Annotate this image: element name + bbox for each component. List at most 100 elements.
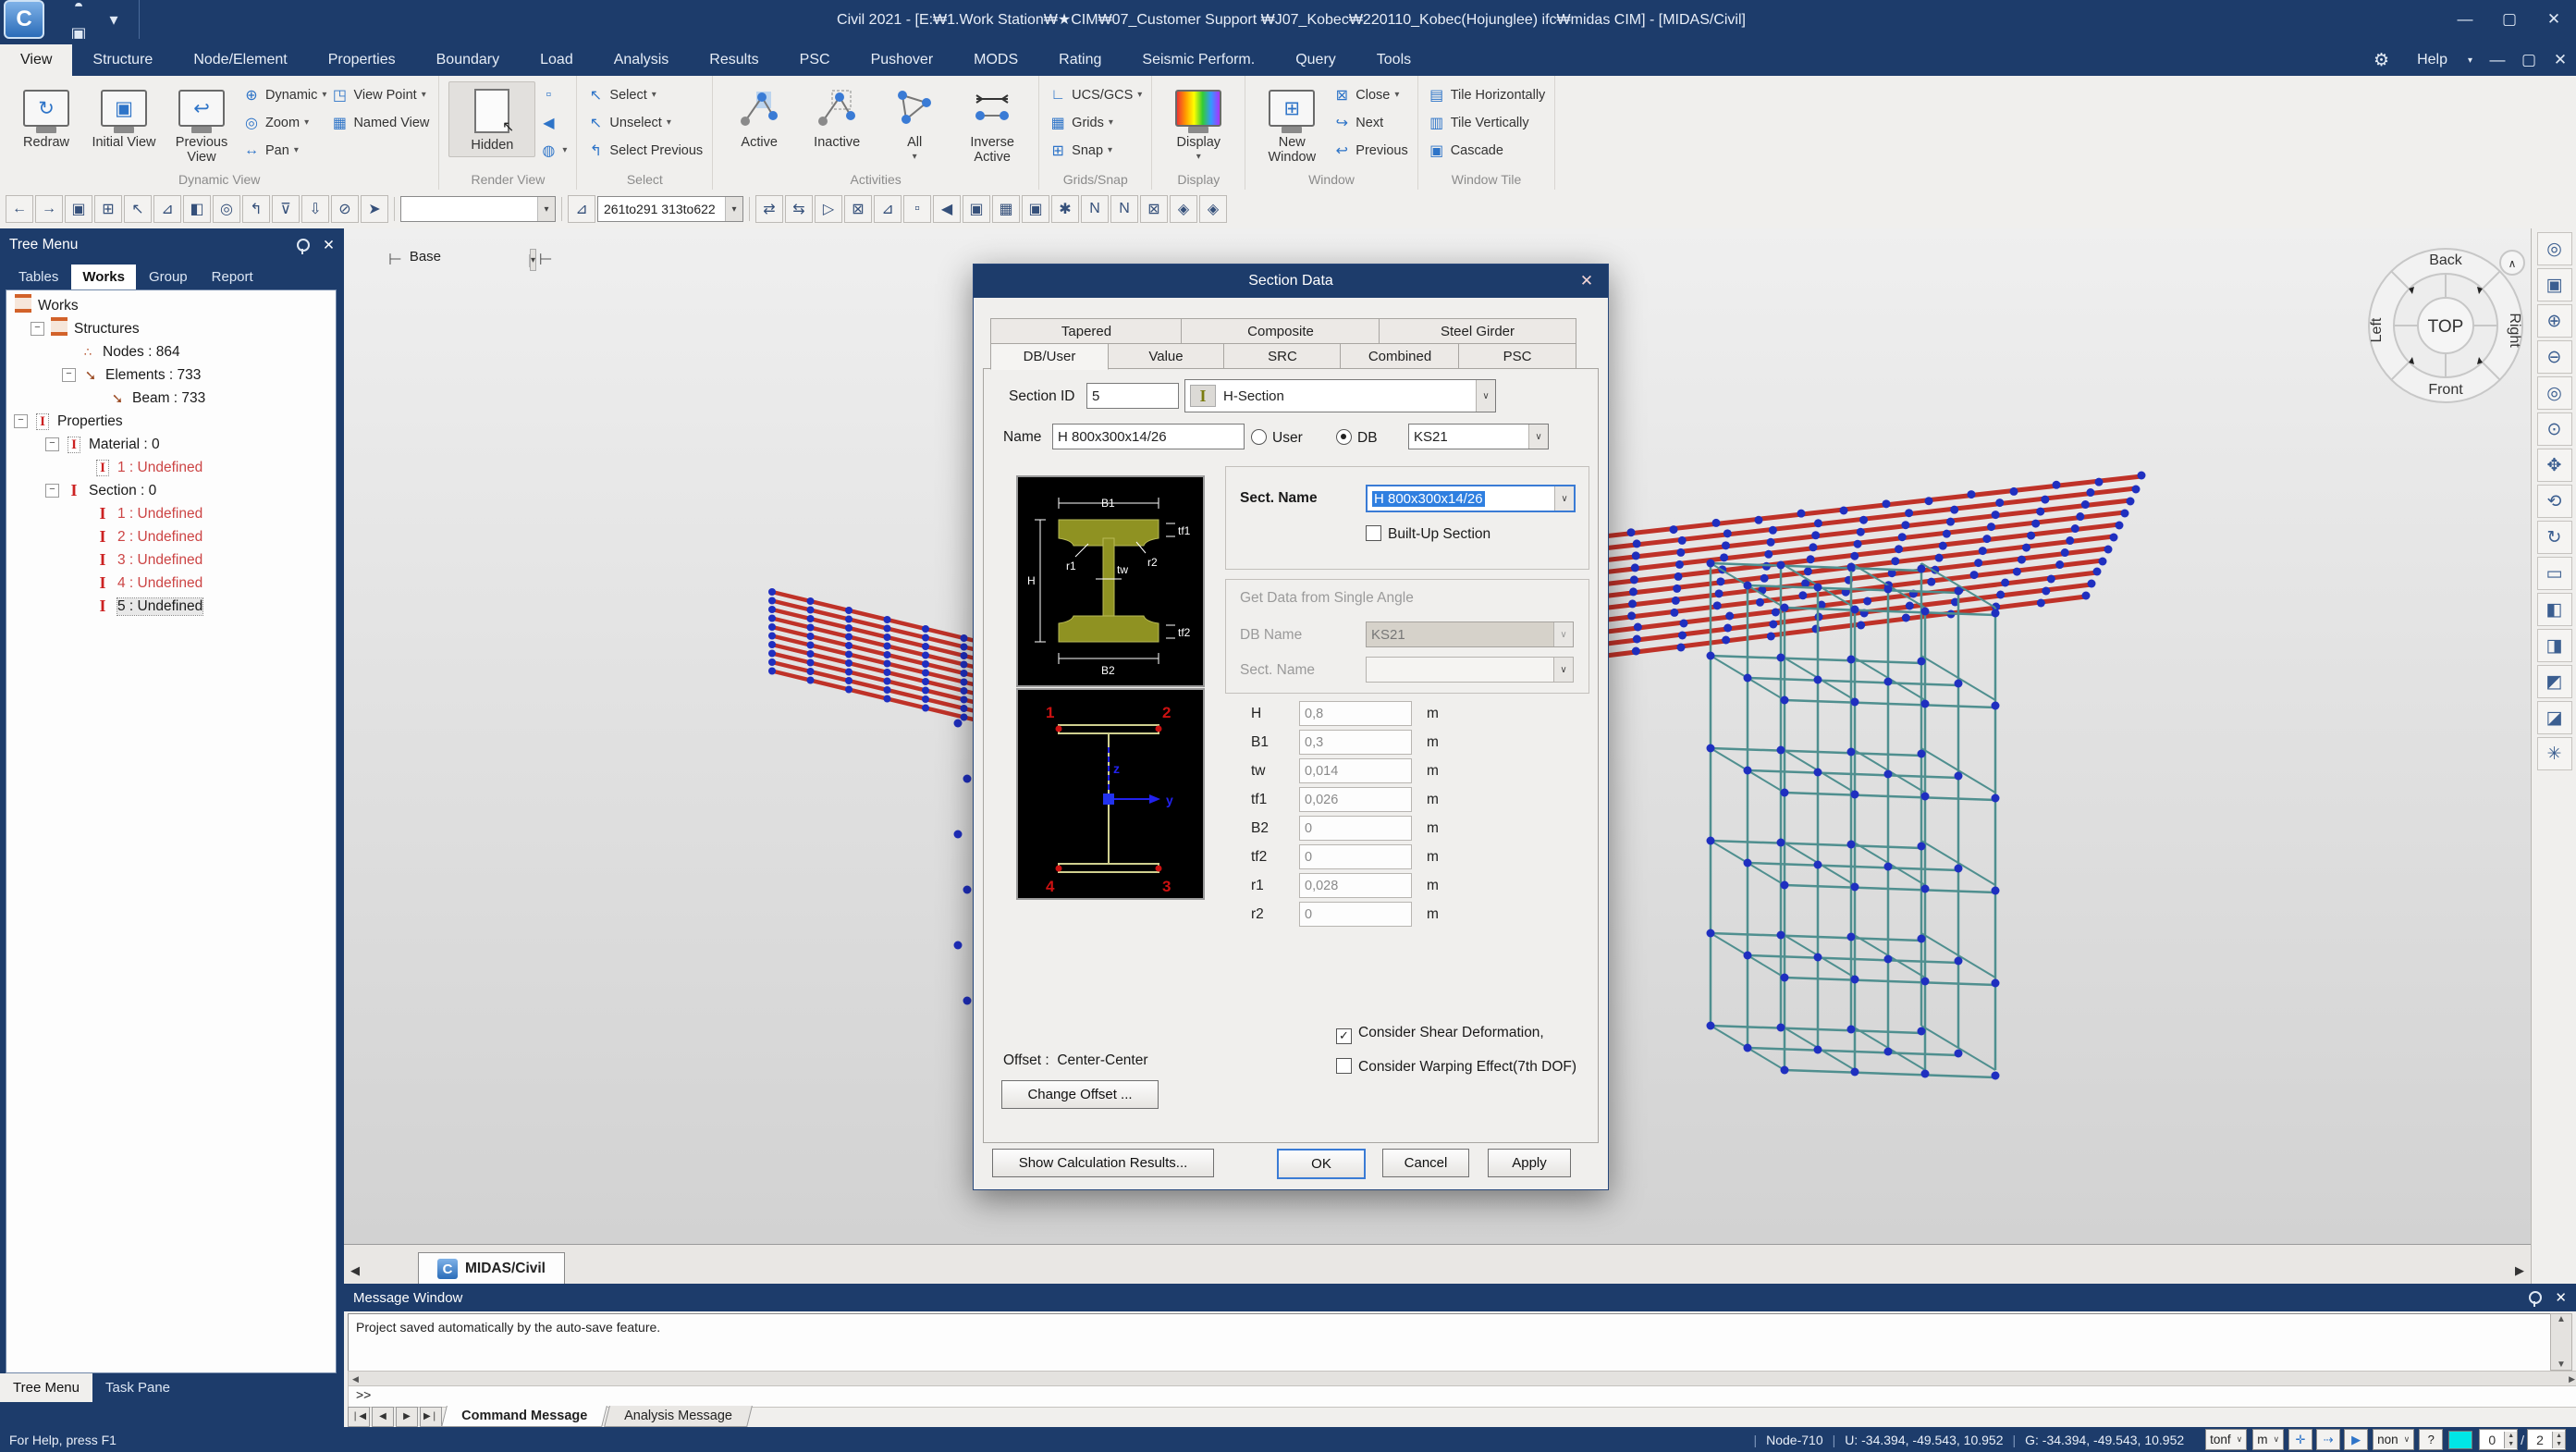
toolbar-icon[interactable]: ▫ (903, 195, 931, 223)
snap-button[interactable]: ⊞Snap▾ (1049, 139, 1142, 162)
last-tab-icon[interactable]: ▶❘ (420, 1407, 442, 1427)
right-toolbar-icon[interactable]: ▭ (2537, 557, 2572, 590)
toolbar-icon[interactable]: ➤ (361, 195, 388, 223)
chevron-down-icon[interactable]: ▾ (537, 197, 555, 221)
tree-item-section-3[interactable]: I3 : Undefined (6, 548, 336, 572)
ok-button[interactable]: OK (1277, 1149, 1366, 1179)
previous-window-button[interactable]: ↩Previous (1332, 139, 1407, 162)
stage-spinner-left[interactable]: 0▲▼ (2479, 1429, 2518, 1450)
tree-item-elements[interactable]: −➘Elements : 733 (6, 363, 336, 387)
ribbon-tab[interactable]: Load (520, 44, 594, 76)
right-toolbar-icon[interactable]: ✳ (2537, 737, 2572, 770)
tree-item-properties[interactable]: −IProperties (6, 410, 336, 433)
tab-command-message[interactable]: Command Message (441, 1406, 607, 1427)
tab-report[interactable]: Report (201, 265, 264, 289)
toolbar-icon[interactable]: ⇆ (785, 195, 813, 223)
tree-item-section[interactable]: −ISection : 0 (6, 479, 336, 502)
toolbar-icon[interactable]: ▷ (815, 195, 842, 223)
command-prompt[interactable]: >> (348, 1385, 2576, 1408)
unselect-button[interactable]: ↖Unselect▾ (586, 111, 703, 134)
shear-checkbox[interactable]: ✓Consider Shear Deformation, (1336, 1025, 1544, 1044)
right-toolbar-icon[interactable]: ⊕ (2537, 304, 2572, 338)
ribbon-tab[interactable]: Analysis (594, 44, 690, 76)
tree-item-material-1[interactable]: I1 : Undefined (6, 456, 336, 479)
tree-view[interactable]: Works −Structures ∴Nodes : 864 −➘Element… (6, 289, 337, 1373)
toolbar-icon[interactable]: ◧ (183, 195, 211, 223)
ribbon-tab[interactable]: Query (1275, 44, 1356, 76)
named-view-button[interactable]: ▦Named View (330, 111, 429, 134)
ribbon-tab[interactable]: Boundary (416, 44, 521, 76)
scroll-up-icon[interactable]: ▲ (2557, 1314, 2566, 1324)
dim-input[interactable]: 0,014 (1299, 758, 1412, 783)
cascade-button[interactable]: ▣Cascade (1428, 139, 1546, 162)
tab-analysis-message[interactable]: Analysis Message (604, 1406, 753, 1427)
tree-item-works[interactable]: Works (6, 294, 336, 317)
first-tab-icon[interactable]: ❘◀ (348, 1407, 370, 1427)
toolbar-icon[interactable]: ▦ (992, 195, 1020, 223)
toolbar-icon[interactable]: → (35, 195, 63, 223)
hidden-button[interactable]: Hidden (448, 81, 535, 157)
new-window-button[interactable]: ⊞New Window (1255, 81, 1329, 165)
decimal-select[interactable]: non∨ (2373, 1429, 2414, 1450)
right-toolbar-icon[interactable]: ▣ (2537, 268, 2572, 301)
spin-down-icon[interactable]: ▼ (2553, 1440, 2565, 1448)
ribbon-tab[interactable]: PSC (779, 44, 851, 76)
tile-horizontally-button[interactable]: ▤Tile Horizontally (1428, 83, 1546, 106)
all-activities-button[interactable]: All▾ (877, 81, 951, 165)
tab-group[interactable]: Group (138, 265, 199, 289)
warping-checkbox[interactable]: Consider Warping Effect(7th DOF) (1336, 1058, 1576, 1076)
toolbar-icon[interactable]: Ν (1110, 195, 1138, 223)
toolbar-icon[interactable]: ⊠ (1140, 195, 1168, 223)
ucs-gcs-button[interactable]: ∟UCS/GCS▾ (1049, 83, 1142, 106)
dim-input[interactable]: 0 (1299, 844, 1412, 869)
tree-item-section-2[interactable]: I2 : Undefined (6, 525, 336, 548)
ribbon-tab[interactable]: Properties (308, 44, 416, 76)
tab-tapered[interactable]: Tapered (990, 318, 1183, 345)
tab-src[interactable]: SRC (1223, 343, 1342, 370)
tab-psc[interactable]: PSC (1458, 343, 1576, 370)
mdi-close-button[interactable]: ✕ (2545, 44, 2576, 76)
snap-toggle-icon[interactable]: ⇢ (2316, 1429, 2340, 1450)
dialog-titlebar[interactable]: Section Data ✕ (974, 265, 1608, 298)
section-id-input[interactable]: 5 (1086, 383, 1179, 409)
initial-view-button[interactable]: ▣Initial View (87, 81, 161, 150)
cancel-button[interactable]: Cancel (1382, 1149, 1469, 1177)
tree-item-material[interactable]: −IMaterial : 0 (6, 433, 336, 456)
pin-icon[interactable] (2529, 1291, 2542, 1304)
ribbon-tab[interactable]: Structure (72, 44, 173, 76)
redraw-button[interactable]: ↻Redraw (9, 81, 83, 150)
ribbon-tab[interactable]: Results (689, 44, 779, 76)
tree-item-section-5[interactable]: I5 : Undefined (6, 595, 336, 618)
toolbar-icon[interactable]: ⊞ (94, 195, 122, 223)
dim-input[interactable]: 0 (1299, 816, 1412, 841)
pin-icon[interactable] (297, 239, 310, 252)
force-unit-select[interactable]: tonf∨ (2205, 1429, 2247, 1450)
right-toolbar-icon[interactable]: ◎ (2537, 232, 2572, 265)
tile-vertically-button[interactable]: ▥Tile Vertically (1428, 111, 1546, 134)
unit-system-icon[interactable]: ✛ (2288, 1429, 2312, 1450)
scroll-down-icon[interactable]: ▼ (2557, 1360, 2566, 1370)
spin-up-icon[interactable]: ▲ (2505, 1432, 2517, 1440)
tree-item-beam[interactable]: ➘Beam : 733 (6, 387, 336, 410)
tape-measure-icon[interactable]: ⊿ (568, 195, 595, 223)
dim-input[interactable]: 0,8 (1299, 701, 1412, 726)
collapse-icon[interactable]: − (62, 368, 76, 382)
right-toolbar-icon[interactable]: ⟲ (2537, 485, 2572, 518)
toolbar-icon[interactable]: ↖ (124, 195, 152, 223)
collapse-icon[interactable]: − (31, 322, 44, 336)
toolbar-icon[interactable]: ⇄ (755, 195, 783, 223)
close-panel-icon[interactable]: ✕ (2555, 1289, 2567, 1306)
mdi-restore-button[interactable]: ▢ (2513, 44, 2545, 76)
mdi-tab-midas-civil[interactable]: C MIDAS/Civil (418, 1252, 565, 1285)
tab-steel-girder[interactable]: Steel Girder (1379, 318, 1576, 345)
ribbon-tab[interactable]: Tools (1356, 44, 1431, 76)
user-radio[interactable]: User (1251, 429, 1303, 447)
toolbar-icon[interactable]: ◎ (213, 195, 240, 223)
collapse-icon[interactable]: − (45, 484, 59, 498)
right-toolbar-icon[interactable]: ✥ (2537, 449, 2572, 482)
base-select[interactable]: Base▾ (410, 249, 521, 271)
help-menu[interactable]: Help (2397, 44, 2468, 76)
next-window-button[interactable]: ↪Next (1332, 111, 1407, 134)
toolbar-icon[interactable]: ✱ (1051, 195, 1079, 223)
toolbar-icon[interactable]: ⊿ (153, 195, 181, 223)
